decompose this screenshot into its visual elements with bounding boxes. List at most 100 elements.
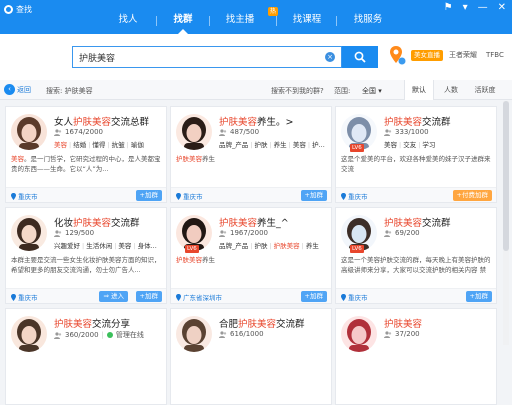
back-button[interactable]: ‹ 返回 bbox=[4, 84, 31, 95]
group-card[interactable]: 护肤美容 37/200 bbox=[335, 308, 497, 405]
join-group-button[interactable]: +加群 bbox=[300, 291, 327, 302]
nav-find-people[interactable]: 找人 bbox=[100, 10, 156, 34]
group-tag[interactable]: 懂得 bbox=[92, 141, 105, 149]
group-tag[interactable]: 美容 bbox=[54, 141, 67, 149]
group-tag[interactable]: 养生 bbox=[306, 242, 319, 250]
group-card[interactable]: 女人护肤美容交流总群 1674/2000 美容 | 结婚 | 懂得 | 抗皱 | 瑜伽美容。是一门哲… bbox=[5, 106, 167, 203]
member-count-text: 360/2000 bbox=[65, 331, 99, 339]
group-tag[interactable]: 交友 bbox=[403, 141, 416, 149]
group-name-keyword: 护肤美容 bbox=[73, 117, 112, 128]
group-avatar[interactable] bbox=[11, 316, 47, 352]
group-tag[interactable]: 瑜伽 bbox=[131, 141, 144, 149]
group-card[interactable]: 护肤美容交流分享 360/2000 | 管理在线 bbox=[5, 308, 167, 405]
group-name[interactable]: 护肤美容养生。> bbox=[219, 114, 331, 128]
location-icon[interactable] bbox=[389, 45, 406, 67]
member-count: 1674/2000 bbox=[54, 128, 103, 136]
group-tag[interactable]: 护... bbox=[312, 141, 325, 149]
main-nav: 找人 找群 找主播 热 找课程 找服务 bbox=[0, 7, 512, 34]
group-name[interactable]: 合肥护肤美容交流群 bbox=[219, 316, 331, 330]
level-badge: LV6 bbox=[350, 144, 364, 152]
group-card[interactable]: LV6 护肤美容交流群 69/200 这是一个美容护肤交流的群，每天晚上有美容护肤的高… bbox=[335, 207, 497, 304]
group-avatar[interactable] bbox=[341, 316, 377, 352]
group-description: 美容。是一门哲学，它研究过程的中心，是人美都宝贵的东西——生命。它以“人”为..… bbox=[11, 154, 163, 174]
group-tag[interactable]: 身体... bbox=[138, 242, 157, 250]
group-tags: 美容 | 结婚 | 懂得 | 抗皱 | 瑜伽 bbox=[54, 141, 144, 149]
search-field[interactable]: × bbox=[72, 46, 342, 68]
nav-divider bbox=[276, 16, 277, 26]
join-group-button[interactable]: +加群 bbox=[135, 291, 162, 302]
nav-find-courses[interactable]: 找课程 bbox=[278, 10, 336, 34]
scroll-thumb[interactable] bbox=[503, 101, 509, 251]
group-tag[interactable]: 养生 bbox=[274, 141, 287, 149]
group-avatar[interactable] bbox=[176, 316, 212, 352]
range-select[interactable]: 全国 ▾ bbox=[362, 86, 382, 96]
group-tag[interactable]: 生活休闲 bbox=[86, 242, 112, 250]
group-card[interactable]: LV6 护肤美容交流群 333/1000 美容 | 交友 | 学习 这是个爱美的平台，欢迎各种爱… bbox=[335, 106, 497, 203]
group-name-keyword: 护肤美容 bbox=[384, 117, 423, 128]
group-tag[interactable]: 品牌_产品 bbox=[219, 242, 248, 250]
scrollbar[interactable] bbox=[503, 101, 509, 345]
search-input[interactable] bbox=[73, 47, 313, 67]
tab-activity[interactable]: 活跃度 bbox=[468, 80, 502, 100]
group-card[interactable]: 化妆护肤美容交流群 129/500 兴趣爱好 | 生活休闲 | 美容 | 身体... 本群主要是交… bbox=[5, 207, 167, 304]
group-tag[interactable]: 护肤 bbox=[254, 141, 267, 149]
group-tag[interactable]: 结婚 bbox=[73, 141, 86, 149]
group-name-keyword: 护肤美容 bbox=[219, 218, 258, 229]
group-name-suffix: 交流总群 bbox=[111, 117, 150, 128]
group-name-prefix: 化妆 bbox=[54, 218, 74, 229]
tab-members[interactable]: 人数 bbox=[436, 80, 466, 100]
group-avatar[interactable] bbox=[176, 114, 212, 150]
group-avatar[interactable] bbox=[11, 114, 47, 150]
join-group-button[interactable]: +付费加群 bbox=[452, 190, 492, 201]
group-name[interactable]: 女人护肤美容交流总群 bbox=[54, 114, 166, 128]
group-name-prefix: 合肥 bbox=[219, 319, 239, 330]
not-found-link[interactable]: 搜索不到我的群? bbox=[271, 86, 324, 96]
group-tag[interactable]: 学习 bbox=[422, 141, 435, 149]
group-tag[interactable]: 抗皱 bbox=[112, 141, 125, 149]
nav-find-groups[interactable]: 找群 bbox=[157, 10, 209, 34]
group-card[interactable]: 合肥护肤美容交流群 616/1000 bbox=[170, 308, 332, 405]
group-tag[interactable]: 护肤美容 bbox=[274, 242, 300, 250]
group-description-text: 这是个爱美的平台，欢迎各种爱美的妹子汉子进群来交流 bbox=[341, 155, 491, 173]
group-name-suffix: 交流群 bbox=[276, 319, 305, 330]
tab-default[interactable]: 默认 bbox=[404, 80, 434, 100]
group-location: 重庆市 bbox=[341, 191, 368, 201]
group-description-text: 养生 bbox=[202, 155, 215, 163]
group-tag[interactable]: 品牌_产品 bbox=[219, 141, 248, 149]
members-icon bbox=[54, 229, 62, 237]
join-group-button[interactable]: +加群 bbox=[135, 190, 162, 201]
search-button[interactable] bbox=[342, 46, 378, 68]
hot-search-link[interactable]: 王者荣耀 bbox=[449, 50, 477, 61]
group-tag[interactable]: 护肤 bbox=[254, 242, 267, 250]
group-tag[interactable]: 兴趣爱好 bbox=[54, 242, 80, 250]
group-description: 护肤美容养生 bbox=[176, 255, 328, 265]
group-tag[interactable]: 美容 bbox=[293, 141, 306, 149]
hot-search-badge[interactable]: 美女直播 bbox=[411, 50, 443, 61]
group-name[interactable]: 护肤美容交流群 bbox=[384, 215, 496, 229]
group-name[interactable]: 护肤美容养生_^ bbox=[219, 215, 331, 229]
hot-search-link[interactable]: TFBC bbox=[486, 50, 504, 61]
group-name[interactable]: 护肤美容交流分享 bbox=[54, 316, 166, 330]
group-name[interactable]: 护肤美容交流群 bbox=[384, 114, 496, 128]
nav-find-streamers[interactable]: 找主播 热 bbox=[212, 7, 278, 34]
clear-icon[interactable]: × bbox=[325, 52, 335, 62]
title-bar: 查找 ⚑ ▾ — ✕ 找人 找群 找主播 热 找课程 找服务 bbox=[0, 0, 512, 34]
group-card[interactable]: 护肤美容养生。> 487/500 品牌_产品 | 护肤 | 养生 | 美容 | 护... 护肤美容养生… bbox=[170, 106, 332, 203]
group-avatar[interactable] bbox=[11, 215, 47, 251]
group-tag[interactable]: 美容 bbox=[118, 242, 131, 250]
members-icon bbox=[54, 331, 62, 339]
group-name-keyword: 护肤美容 bbox=[384, 218, 423, 229]
member-count-text: 129/500 bbox=[65, 229, 95, 237]
nav-find-services[interactable]: 找服务 bbox=[338, 10, 398, 34]
nav-divider bbox=[209, 16, 210, 26]
group-name[interactable]: 化妆护肤美容交流群 bbox=[54, 215, 166, 229]
group-name[interactable]: 护肤美容 bbox=[384, 316, 496, 330]
join-group-button[interactable]: +加群 bbox=[465, 291, 492, 302]
group-city: 重庆市 bbox=[18, 193, 38, 201]
join-group-button[interactable]: +加群 bbox=[300, 190, 327, 201]
card-footer: 重庆市 +加群 bbox=[336, 288, 496, 303]
enter-group-button[interactable]: ⇒ 进入 bbox=[99, 291, 128, 302]
group-tag[interactable]: 美容 bbox=[384, 141, 397, 149]
group-card[interactable]: LV6 护肤美容养生_^ 1967/2000 品牌_产品 | 护肤 | 护肤美容 | 养生 护肤美容… bbox=[170, 207, 332, 304]
back-label: 返回 bbox=[17, 85, 31, 94]
